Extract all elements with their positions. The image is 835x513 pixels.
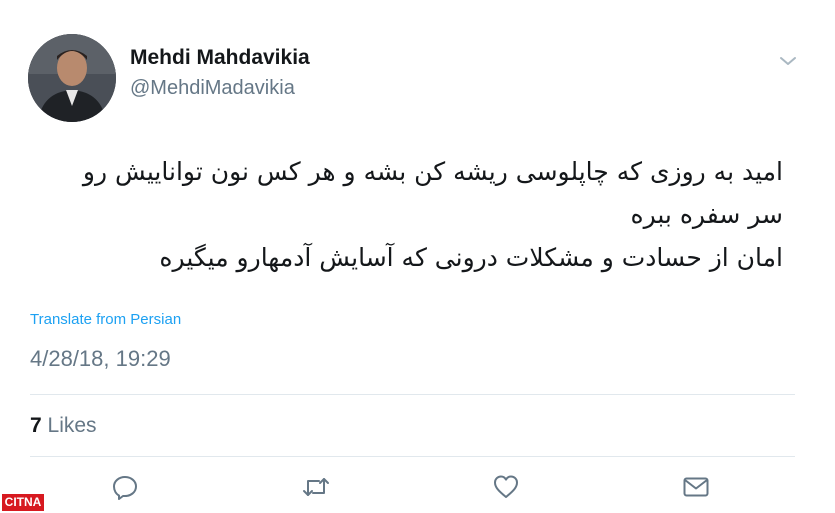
reply-button[interactable] bbox=[110, 472, 140, 502]
mail-icon bbox=[683, 477, 709, 497]
tweet-text: امید به روزی که چاپلوسی ریشه کن بشه و هر… bbox=[23, 150, 783, 279]
tweet-line: امید به روزی که چاپلوسی ریشه کن بشه و هر… bbox=[82, 157, 783, 186]
divider bbox=[30, 456, 795, 457]
profile-photo-icon bbox=[28, 34, 116, 122]
translate-link[interactable]: Translate from Persian bbox=[30, 311, 181, 328]
likes-label: Likes bbox=[47, 414, 97, 437]
tweet-line: امان از حسادت و مشکلات درونی که آسایش آد… bbox=[159, 243, 783, 272]
likes-count: 7 bbox=[30, 414, 42, 437]
tweet-line: سر سفره ببره bbox=[630, 200, 783, 229]
message-button[interactable] bbox=[681, 472, 711, 502]
avatar[interactable] bbox=[28, 34, 116, 122]
divider bbox=[30, 394, 795, 395]
tweet-timestamp[interactable]: 4/28/18, 19:29 bbox=[30, 346, 171, 372]
likes-stat[interactable]: 7 Likes bbox=[30, 414, 97, 438]
retweet-icon bbox=[303, 478, 329, 496]
heart-icon bbox=[494, 475, 518, 498]
user-handle[interactable]: @MehdiMadavikia bbox=[130, 77, 295, 100]
like-button[interactable] bbox=[491, 472, 521, 502]
reply-icon bbox=[113, 476, 137, 500]
chevron-down-icon[interactable] bbox=[778, 54, 798, 68]
retweet-button[interactable] bbox=[301, 472, 331, 502]
display-name[interactable]: Mehdi Mahdavikia bbox=[130, 46, 310, 70]
watermark-logo: CITNA bbox=[2, 494, 44, 511]
